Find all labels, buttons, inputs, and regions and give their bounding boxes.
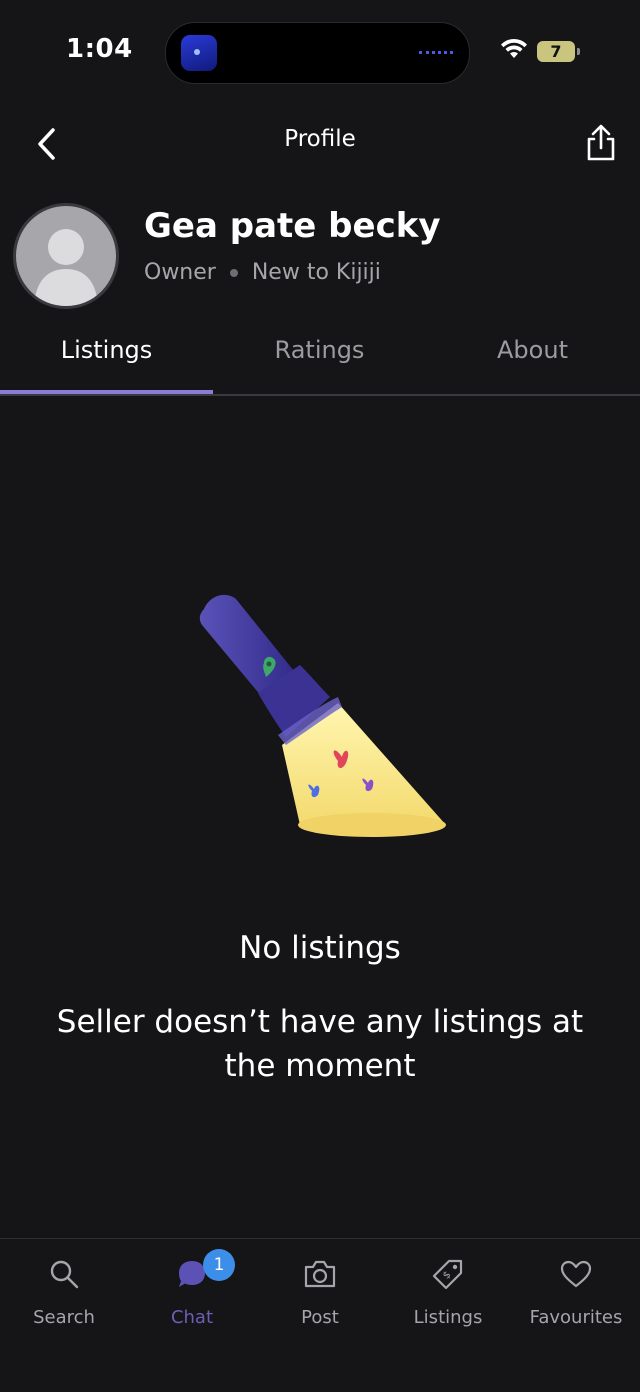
bottom-navigation: Search 1 Chat Post $ Listings Favourites (0, 1238, 640, 1392)
empty-state-title: No listings (239, 930, 401, 966)
nav-search-label: Search (33, 1307, 95, 1328)
profile-status: New to Kijiji (251, 260, 381, 285)
empty-state-message: Seller doesn’t have any listings at the … (56, 1004, 584, 1084)
nav-chat-label: Chat (170, 1307, 214, 1328)
default-user-icon (34, 229, 98, 306)
island-activity-indicator (419, 51, 453, 57)
island-app-icon (181, 35, 217, 71)
top-app-bar: Profile (0, 110, 640, 174)
nav-chat[interactable]: 1 Chat (128, 1249, 256, 1328)
profile-tabs: Listings Ratings About (0, 322, 640, 396)
nav-post-label: Post (301, 1307, 339, 1328)
nav-listings[interactable]: $ Listings (384, 1253, 512, 1328)
tab-listings[interactable]: Listings (0, 336, 213, 364)
search-icon (50, 1260, 79, 1289)
heart-icon (560, 1260, 592, 1288)
camera-icon (304, 1260, 336, 1288)
profile-role: Owner (144, 260, 216, 285)
page-title: Profile (284, 126, 356, 152)
profile-meta: Owner New to Kijiji (144, 260, 381, 285)
separator-dot (229, 268, 238, 277)
status-bar: 1:04 7 (0, 0, 640, 100)
dynamic-island (165, 22, 470, 84)
status-time: 1:04 (66, 34, 133, 64)
nav-favourites-label: Favourites (529, 1307, 623, 1328)
nav-post[interactable]: Post (256, 1253, 384, 1328)
nav-favourites[interactable]: Favourites (512, 1253, 640, 1328)
battery-indicator: 7 (537, 41, 580, 62)
active-tab-indicator (0, 390, 213, 394)
share-icon (587, 124, 615, 161)
profile-summary: Gea pate becky Owner New to Kijiji (0, 198, 640, 309)
chat-unread-badge: 1 (203, 1249, 235, 1281)
share-button[interactable] (580, 122, 622, 164)
nav-listings-label: Listings (413, 1307, 483, 1328)
price-tag-icon: $ (432, 1259, 463, 1290)
avatar (13, 203, 119, 309)
tab-about[interactable]: About (426, 336, 639, 364)
profile-name: Gea pate becky (144, 206, 441, 246)
nav-search[interactable]: Search (0, 1253, 128, 1328)
flashlight-illustration (199, 594, 446, 837)
wifi-icon (501, 38, 527, 58)
svg-text:$: $ (441, 1269, 453, 1281)
tab-ratings[interactable]: Ratings (213, 336, 426, 364)
